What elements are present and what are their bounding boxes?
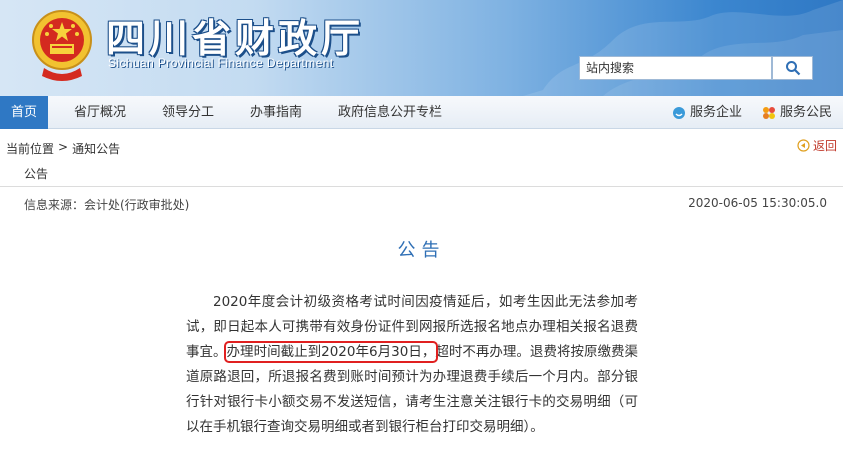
article-highlight: 办理时间截止到2020年6月30日， <box>223 341 439 363</box>
info-source: 信息来源：会计处(行政审批处) <box>24 198 190 212</box>
publish-date: 2020-06-05 15:30:05.0 <box>688 196 827 210</box>
service-public-link[interactable]: 服务公民 <box>762 96 832 129</box>
article-title: 公告 <box>397 240 446 261</box>
back-label: 返回 <box>813 139 838 153</box>
nav-item-guide[interactable]: 办事指南 <box>240 96 312 129</box>
search-icon <box>785 61 800 76</box>
service-enterprise-label: 服务企业 <box>690 105 743 120</box>
national-emblem-icon <box>32 10 92 81</box>
site-header: 四川省财政厅 Sichuan Provincial Finance Depart… <box>0 0 843 96</box>
service-enterprise-icon <box>673 106 685 119</box>
divider <box>0 186 843 187</box>
service-public-label: 服务公民 <box>780 105 833 120</box>
back-link[interactable]: 返回 <box>797 137 837 154</box>
service-public-icon <box>763 106 775 119</box>
nav-item-leadership[interactable]: 领导分工 <box>152 96 224 129</box>
main-nav: 首页 省厅概况 领导分工 办事指南 政府信息公开专栏 服务企业 服务公民 <box>0 96 843 129</box>
breadcrumb-section-link[interactable]: 通知公告 <box>72 140 120 157</box>
sichuan-map-watermark <box>523 0 843 96</box>
breadcrumb-current-label: 当前位置 <box>6 142 55 156</box>
back-arrow-icon <box>797 139 810 152</box>
nav-item-home[interactable]: 首页 <box>0 96 48 129</box>
nav-item-info-disclosure[interactable]: 政府信息公开专栏 <box>328 96 452 129</box>
site-subtitle: Sichuan Provincial Finance Department <box>108 56 334 70</box>
search-button[interactable] <box>772 56 813 80</box>
nav-item-overview[interactable]: 省厅概况 <box>64 96 136 129</box>
service-enterprise-link[interactable]: 服务企业 <box>672 96 742 129</box>
article-body: 2020年度会计初级资格考试时间因疫情延后，如考生因此无法参加考试，即日起本人可… <box>186 290 638 440</box>
breadcrumb: 当前位置 > 通知公告 <box>6 140 120 157</box>
breadcrumb-separator: > <box>58 140 69 154</box>
search-input[interactable]: 站内搜索 <box>579 56 772 80</box>
category-label: 公告 <box>24 167 49 181</box>
